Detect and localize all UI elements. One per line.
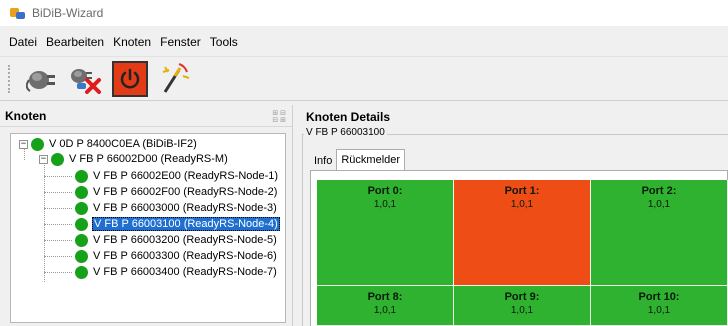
- tree-item-label: V FB P 66003200 (ReadyRS-Node-5): [93, 234, 277, 246]
- collapse-icon[interactable]: −: [39, 154, 48, 164]
- port-name: Port 9:: [504, 291, 540, 303]
- port-cell-1[interactable]: Port 1: 1,0,1: [454, 180, 591, 286]
- toolbar: [0, 56, 728, 101]
- menu-fenster[interactable]: Fenster: [159, 34, 202, 50]
- menu-bar: Datei Bearbeiten Knoten Fenster Tools: [0, 32, 728, 52]
- node-status-icon: [75, 249, 88, 263]
- tree-item-label: V FB P 66002E00 (ReadyRS-Node-1): [93, 170, 279, 182]
- port-name: Port 2:: [641, 185, 677, 197]
- tree-item-label: V FB P 66003300 (ReadyRS-Node-6): [93, 250, 277, 262]
- tree-line: [44, 208, 72, 209]
- window-title: BiDiB-Wizard: [32, 6, 104, 20]
- port-value: 1,0,1: [647, 199, 671, 210]
- port-name: Port 1:: [504, 185, 540, 197]
- tree-line: [44, 224, 72, 225]
- tab-info[interactable]: Info: [310, 152, 336, 171]
- tab-rueckmelder[interactable]: Rückmelder: [336, 149, 406, 171]
- nodes-panel: Knoten ⊞ ⊟ ⊟ ⊞ − V 0D P 8400C0EA (BiDiB-I…: [0, 105, 293, 326]
- node-tree[interactable]: − V 0D P 8400C0EA (BiDiB-IF2) − V FB P 6…: [10, 133, 286, 323]
- port-value: 1,0,1: [373, 305, 397, 316]
- port-name: Port 8:: [367, 291, 403, 303]
- tree-item-label: V FB P 66003000 (ReadyRS-Node-3): [93, 202, 277, 214]
- tree-item-node-5[interactable]: V FB P 66003200 (ReadyRS-Node-5): [75, 232, 278, 248]
- menu-knoten[interactable]: Knoten: [112, 34, 152, 50]
- port-name: Port 10:: [638, 291, 680, 303]
- detail-tabs: Info Rückmelder: [310, 149, 406, 171]
- port-value: 1,0,1: [373, 199, 397, 210]
- tree-item-interface[interactable]: − V 0D P 8400C0EA (BiDiB-IF2): [19, 136, 198, 152]
- menu-datei[interactable]: Datei: [8, 34, 38, 50]
- tree-item-node-2[interactable]: V FB P 66002F00 (ReadyRS-Node-2): [75, 184, 278, 200]
- tree-line: [44, 176, 72, 177]
- node-status-icon: [31, 137, 44, 151]
- tree-item-master[interactable]: − V FB P 66002D00 (ReadyRS-M): [39, 151, 229, 167]
- node-status-icon: [75, 233, 88, 247]
- tree-item-node-3[interactable]: V FB P 66003000 (ReadyRS-Node-3): [75, 200, 278, 216]
- tree-item-label: V FB P 66003400 (ReadyRS-Node-7): [93, 266, 277, 278]
- port-name: Port 0:: [367, 185, 403, 197]
- wizard-button[interactable]: [156, 61, 192, 97]
- nodes-panel-header: Knoten ⊞ ⊟ ⊟ ⊞: [0, 105, 292, 127]
- collapse-icon[interactable]: −: [19, 139, 28, 149]
- tree-item-node-6[interactable]: V FB P 66003300 (ReadyRS-Node-6): [75, 248, 278, 264]
- node-status-icon: [75, 217, 88, 231]
- tree-item-label: V FB P 66003100 (ReadyRS-Node-4): [92, 217, 280, 231]
- node-details-title: Knoten Details: [306, 110, 391, 124]
- power-icon: [120, 68, 140, 88]
- tree-line: [44, 256, 72, 257]
- connect-button[interactable]: [24, 61, 60, 97]
- port-value: 1,0,1: [510, 199, 534, 210]
- power-button[interactable]: [112, 60, 148, 97]
- port-value: 1,0,1: [647, 305, 671, 316]
- menu-bearbeiten[interactable]: Bearbeiten: [45, 34, 105, 50]
- tree-line: [44, 272, 72, 273]
- node-group-label: V FB P 66003100: [304, 127, 387, 138]
- toolbar-grip: [8, 64, 12, 93]
- port-cell-9[interactable]: Port 9: 1,0,1: [454, 286, 591, 326]
- node-details-panel: Knoten Details V FB P 66003100 Info Rück…: [298, 105, 728, 326]
- port-value: 1,0,1: [510, 305, 534, 316]
- node-status-icon: [75, 185, 88, 199]
- feedback-tab-content: Port 0: 1,0,1 Port 1: 1,0,1 Port 2: 1,0,…: [310, 170, 728, 326]
- tree-item-node-1[interactable]: V FB P 66002E00 (ReadyRS-Node-1): [75, 168, 279, 184]
- tree-line: [44, 240, 72, 241]
- port-cell-2[interactable]: Port 2: 1,0,1: [591, 180, 728, 286]
- app-icon: [10, 6, 26, 20]
- node-status-icon: [75, 169, 88, 183]
- tree-item-label: V FB P 66002F00 (ReadyRS-Node-2): [93, 186, 278, 198]
- port-cell-8[interactable]: Port 8: 1,0,1: [317, 286, 454, 326]
- port-grid: Port 0: 1,0,1 Port 1: 1,0,1 Port 2: 1,0,…: [317, 180, 728, 326]
- menu-tools[interactable]: Tools: [209, 34, 239, 50]
- tree-item-node-4[interactable]: V FB P 66003100 (ReadyRS-Node-4): [75, 216, 280, 232]
- tree-item-label: V FB P 66002D00 (ReadyRS-M): [69, 153, 228, 165]
- port-cell-0[interactable]: Port 0: 1,0,1: [317, 180, 454, 286]
- node-status-icon: [75, 265, 88, 279]
- tree-item-label: V 0D P 8400C0EA (BiDiB-IF2): [49, 138, 197, 150]
- magic-wand-icon: [162, 62, 190, 93]
- port-cell-10[interactable]: Port 10: 1,0,1: [591, 286, 728, 326]
- plug-connect-icon: [26, 70, 55, 92]
- nodes-panel-title: Knoten: [5, 108, 47, 123]
- tree-item-node-7[interactable]: V FB P 66003400 (ReadyRS-Node-7): [75, 264, 278, 280]
- tree-line: [44, 192, 72, 193]
- title-bar: BiDiB-Wizard: [0, 0, 728, 26]
- node-status-icon: [51, 152, 64, 166]
- disconnect-button[interactable]: [68, 61, 104, 97]
- node-status-icon: [75, 201, 88, 215]
- plug-disconnect-icon: [71, 68, 101, 94]
- panel-restore-icon[interactable]: ⊞ ⊟ ⊟ ⊞: [272, 110, 286, 124]
- tree-line: [44, 162, 45, 282]
